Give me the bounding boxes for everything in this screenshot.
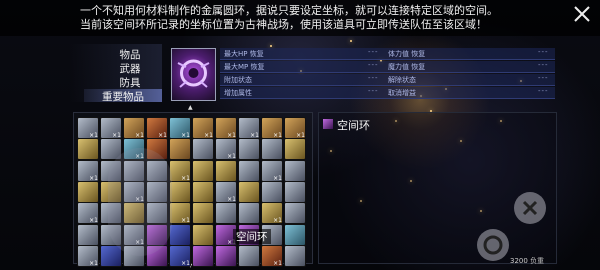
weight-label: 负重 — [530, 257, 545, 265]
category-menu: 物品 武器 防具 重要物品 — [70, 44, 162, 103]
inventory-slot[interactable]: ×1 — [123, 117, 145, 139]
stat-label: 增加属性 — [224, 89, 252, 97]
inventory-slot[interactable] — [192, 223, 214, 246]
inventory-slot[interactable]: ×1 — [77, 244, 99, 267]
description-line-1: 一个不知用何材料制作的金属圆环，据说只要设定坐标，就可以连接特定区域的空间。 — [80, 4, 498, 17]
inventory-slot[interactable]: ×1 — [169, 202, 191, 225]
stat-label: 取消增益 — [388, 89, 416, 97]
weight-indicator: 3200 负重 — [510, 256, 544, 266]
inventory-slot[interactable] — [215, 244, 237, 267]
stat-value: --- — [368, 61, 379, 69]
inventory-slot[interactable] — [192, 159, 214, 182]
inventory-slot[interactable]: ×1 — [192, 117, 214, 139]
inventory-slot[interactable]: ×1 — [261, 159, 283, 182]
selected-item-preview — [171, 48, 216, 101]
inventory-slot[interactable] — [261, 138, 283, 161]
inventory-slot[interactable]: ×1 — [238, 117, 260, 139]
inventory-slot[interactable] — [284, 223, 306, 246]
inventory-slot[interactable] — [238, 159, 260, 182]
stat-value: --- — [368, 87, 379, 95]
inventory-slot[interactable]: ×1 — [77, 202, 99, 225]
item-count: ×1 — [89, 259, 98, 267]
inventory-slot[interactable]: ×1 — [215, 117, 237, 139]
inventory-slot[interactable] — [284, 138, 306, 161]
inventory-slot[interactable] — [192, 180, 214, 203]
description-line-2: 当前该空间环所记录的坐标位置为古神战场，使用该道具可立即传送队伍至该区域！ — [80, 18, 487, 31]
category-items[interactable]: 物品 — [100, 47, 160, 61]
star — [350, 40, 352, 42]
inventory-slot[interactable] — [284, 244, 306, 267]
inventory-slot[interactable] — [284, 159, 306, 182]
inventory-slot[interactable] — [238, 180, 260, 203]
stat-value: --- — [368, 74, 379, 82]
stat-row: 增加属性 --- 取消增益 --- — [220, 87, 555, 99]
item-detail-panel: 空间环 — [318, 112, 557, 264]
inventory-slot[interactable] — [261, 180, 283, 203]
stat-row: 附加状态 --- 解除状态 --- — [220, 74, 555, 86]
inventory-slot[interactable]: ×1 — [261, 117, 283, 139]
category-armor[interactable]: 防具 — [100, 75, 160, 89]
circle-button-icon[interactable] — [477, 229, 509, 261]
inventory-slot[interactable] — [169, 138, 191, 161]
inventory-slot[interactable] — [77, 223, 99, 246]
category-key-items[interactable]: 重要物品 — [84, 89, 162, 103]
stat-label: 最大HP 恢复 — [224, 50, 264, 58]
item-count: ×1 — [273, 259, 282, 267]
stat-label: 解除状态 — [388, 76, 416, 84]
inventory-slot[interactable] — [192, 202, 214, 225]
stat-label: 体力值 恢复 — [388, 50, 426, 58]
inventory-slot[interactable] — [238, 244, 260, 267]
stat-label: 附加状态 — [224, 76, 252, 84]
inventory-slot[interactable]: ×1 — [77, 159, 99, 182]
category-weapons[interactable]: 武器 — [100, 61, 160, 75]
inventory-slot[interactable] — [77, 180, 99, 203]
stat-value: --- — [538, 48, 549, 56]
inventory-slot[interactable]: ×1 — [169, 117, 191, 139]
inventory-slot[interactable]: ×1 — [77, 117, 99, 139]
item-stats-panel: 最大HP 恢复 --- 体力值 恢复 --- 最大MP 恢复 --- 魔力值 恢… — [220, 48, 555, 102]
inventory-slot[interactable]: ×1 — [146, 117, 168, 139]
stat-value: --- — [368, 48, 379, 56]
inventory-slot[interactable] — [238, 202, 260, 225]
inventory-slot[interactable] — [284, 202, 306, 225]
inventory-slot[interactable]: ×1 — [261, 244, 283, 267]
scroll-up-icon[interactable]: ▲ — [188, 104, 193, 111]
weight-value: 3200 — [510, 257, 528, 265]
stat-row: 最大HP 恢复 --- 体力值 恢复 --- — [220, 48, 555, 60]
detail-item-name: 空间环 — [337, 119, 370, 132]
stat-row: 最大MP 恢复 --- 魔力值 恢复 --- — [220, 61, 555, 73]
stat-value: --- — [538, 61, 549, 69]
inventory-slot[interactable]: ×1 — [215, 138, 237, 161]
inventory-slot[interactable] — [215, 159, 237, 182]
space-ring-small-icon — [323, 119, 333, 129]
inventory-slot[interactable] — [192, 138, 214, 161]
close-icon[interactable] — [570, 2, 594, 26]
inventory-slot[interactable] — [77, 138, 99, 161]
stat-value: --- — [538, 74, 549, 82]
space-ring-icon — [177, 59, 210, 88]
item-count: ×1 — [181, 259, 190, 267]
inventory-slot[interactable] — [238, 138, 260, 161]
item-tooltip: 空间环 — [233, 229, 271, 244]
inventory-slot[interactable]: ×1 — [169, 159, 191, 182]
inventory-slot[interactable]: ×1 — [169, 244, 191, 267]
inventory-slot[interactable] — [169, 223, 191, 246]
inventory-slot[interactable]: ×1 — [100, 117, 122, 139]
cross-button-icon[interactable] — [514, 192, 546, 224]
inventory-slot[interactable] — [192, 244, 214, 267]
star — [270, 45, 272, 47]
stat-label: 最大MP 恢复 — [224, 63, 265, 71]
stat-label: 魔力值 恢复 — [388, 63, 426, 71]
inventory-slot[interactable] — [284, 180, 306, 203]
virtual-joystick[interactable] — [108, 148, 172, 256]
stat-value: --- — [538, 87, 549, 95]
inventory-slot[interactable]: ×1 — [215, 180, 237, 203]
item-description: 一个不知用何材料制作的金属圆环，据说只要设定坐标，就可以连接特定区域的空间。 当… — [80, 4, 550, 32]
inventory-slot[interactable] — [169, 180, 191, 203]
inventory-slot[interactable] — [215, 202, 237, 225]
description-bar: 一个不知用何材料制作的金属圆环，据说只要设定坐标，就可以连接特定区域的空间。 当… — [0, 0, 600, 36]
inventory-slot[interactable]: ×1 — [261, 202, 283, 225]
inventory-slot[interactable]: ×1 — [284, 117, 306, 139]
